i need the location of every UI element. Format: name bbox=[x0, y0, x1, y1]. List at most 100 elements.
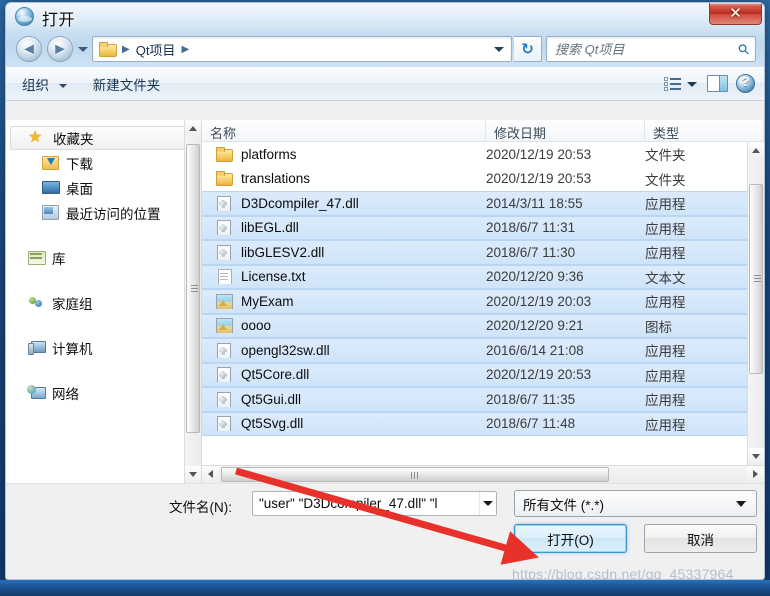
folder-icon bbox=[99, 42, 117, 57]
close-button[interactable]: ✕ bbox=[709, 3, 762, 25]
search-box[interactable]: ⚲ bbox=[546, 36, 756, 62]
dll-icon bbox=[216, 391, 232, 407]
file-name-text: libEGL.dll bbox=[241, 220, 299, 236]
file-type-cell: 文件夹 bbox=[645, 172, 686, 188]
scroll-up-icon[interactable] bbox=[185, 120, 201, 137]
dll-icon bbox=[216, 244, 232, 260]
vertical-scroll-thumb[interactable] bbox=[749, 184, 763, 374]
toolbar-right-group bbox=[663, 74, 764, 93]
filename-field[interactable] bbox=[252, 491, 497, 516]
sidebar-scrollbar[interactable] bbox=[184, 120, 201, 483]
list-view-icon[interactable] bbox=[663, 75, 683, 93]
table-row[interactable]: Qt5Core.dll 2020/12/19 20:53 应用程 bbox=[202, 362, 747, 387]
table-row[interactable]: platforms 2020/12/19 20:53 文件夹 bbox=[202, 142, 747, 167]
breadcrumb-item-qt[interactable]: Qt项目 bbox=[136, 40, 176, 59]
search-input[interactable] bbox=[555, 41, 733, 57]
scroll-left-icon[interactable] bbox=[202, 466, 219, 483]
organize-button[interactable]: 组织 bbox=[12, 69, 77, 99]
sidebar-item-downloads[interactable]: 下载 bbox=[6, 150, 201, 175]
file-date-cell: 2018/6/7 11:30 bbox=[486, 244, 576, 260]
table-row[interactable]: opengl32sw.dll 2016/6/14 21:08 应用程 bbox=[202, 338, 747, 363]
file-name-cell: opengl32sw.dll bbox=[202, 342, 486, 358]
open-button[interactable]: 打开(O) bbox=[514, 524, 627, 553]
title-bar: 打开 ✕ bbox=[6, 3, 764, 31]
column-header-date[interactable]: 修改日期 bbox=[486, 120, 645, 141]
table-row[interactable]: libEGL.dll 2018/6/7 11:31 应用程 bbox=[202, 215, 747, 240]
library-icon bbox=[28, 250, 46, 265]
file-name-cell: translations bbox=[202, 171, 486, 187]
window-title: 打开 bbox=[42, 12, 76, 29]
file-list-vertical-scrollbar[interactable] bbox=[747, 142, 764, 465]
file-type-cell: 文件夹 bbox=[645, 148, 686, 164]
table-row[interactable]: oooo 2020/12/20 9:21 图标 bbox=[202, 313, 747, 338]
file-name-text: oooo bbox=[241, 318, 272, 334]
view-options-dropdown-icon[interactable] bbox=[685, 75, 699, 93]
file-date-cell: 2018/6/7 11:35 bbox=[486, 391, 576, 407]
sidebar-item-favorites[interactable]: 收藏夹 bbox=[10, 126, 195, 150]
sidebar-item-desktop[interactable]: 桌面 bbox=[6, 175, 201, 200]
filename-label: 文件名(N): bbox=[169, 500, 232, 515]
file-date-cell: 2020/12/19 20:53 bbox=[486, 171, 592, 187]
refresh-button[interactable]: ↻ bbox=[514, 36, 542, 62]
address-bar[interactable]: ▶ Qt项目 ▶ bbox=[92, 36, 512, 62]
file-name-text: D3Dcompiler_47.dll bbox=[241, 195, 359, 211]
file-name-cell: Qt5Core.dll bbox=[202, 367, 486, 383]
new-folder-button[interactable]: 新建文件夹 bbox=[83, 69, 171, 99]
dll-icon bbox=[216, 220, 232, 236]
table-row[interactable]: D3Dcompiler_47.dll 2014/3/11 18:55 应用程 bbox=[202, 191, 747, 216]
filename-input[interactable] bbox=[259, 496, 477, 511]
back-button[interactable]: ◄ bbox=[16, 36, 42, 62]
table-row[interactable]: translations 2020/12/19 20:53 文件夹 bbox=[202, 167, 747, 192]
scroll-up-icon[interactable] bbox=[748, 142, 764, 159]
table-row[interactable]: MyExam 2020/12/19 20:03 应用程 bbox=[202, 289, 747, 314]
column-header-name[interactable]: 名称 bbox=[202, 120, 486, 141]
open-file-dialog: 打开 ✕ ◄ ► ▶ Qt项目 ▶ ↻ 搜索 Qt项目 ⚲ 组织 新建文件夹 ?… bbox=[5, 2, 765, 580]
scroll-down-icon[interactable] bbox=[185, 466, 201, 483]
help-icon[interactable] bbox=[736, 74, 755, 93]
toolbar: 组织 新建文件夹 bbox=[6, 67, 764, 101]
cancel-button[interactable]: 取消 bbox=[644, 524, 757, 553]
chevron-down-icon bbox=[58, 83, 67, 88]
image-icon bbox=[216, 293, 233, 309]
close-icon: ✕ bbox=[729, 5, 742, 22]
sidebar-scroll-thumb[interactable] bbox=[186, 144, 200, 433]
preview-pane-icon[interactable] bbox=[707, 75, 728, 92]
sidebar-item-label: 家庭组 bbox=[52, 296, 93, 312]
recent-places-icon bbox=[42, 205, 59, 220]
sidebar-item-label: 库 bbox=[52, 251, 66, 267]
sidebar-divider-3 bbox=[6, 315, 201, 335]
dll-icon bbox=[216, 195, 232, 211]
file-name-cell: D3Dcompiler_47.dll bbox=[202, 195, 486, 211]
column-header-type[interactable]: 类型 bbox=[645, 120, 764, 141]
dialog-footer: 文件名(N): 所有文件 (*.*) 打开(O) 取消 bbox=[6, 483, 764, 579]
scroll-right-icon[interactable] bbox=[747, 466, 764, 483]
file-date-cell: 2016/6/14 21:08 bbox=[486, 342, 584, 358]
scroll-down-icon[interactable] bbox=[748, 448, 764, 465]
sidebar-item-libraries[interactable]: 库 bbox=[6, 245, 201, 270]
table-row[interactable]: Qt5Gui.dll 2018/6/7 11:35 应用程 bbox=[202, 387, 747, 412]
file-type-filter-select[interactable]: 所有文件 (*.*) bbox=[514, 490, 757, 517]
sidebar-divider-4 bbox=[6, 360, 201, 380]
file-type-filter-value: 所有文件 (*.*) bbox=[523, 497, 604, 513]
forward-button[interactable]: ► bbox=[47, 36, 73, 62]
recent-locations-dropdown[interactable] bbox=[77, 44, 88, 55]
sidebar-item-network[interactable]: 网络 bbox=[6, 380, 201, 405]
file-name-cell: MyExam bbox=[202, 293, 486, 309]
table-row[interactable]: Qt5Svg.dll 2018/6/7 11:48 应用程 bbox=[202, 411, 747, 436]
file-rows-container: platforms 2020/12/19 20:53 文件夹 translations… bbox=[202, 142, 747, 465]
horizontal-scroll-thumb[interactable] bbox=[221, 467, 609, 482]
table-row[interactable]: libGLESV2.dll 2018/6/7 11:30 应用程 bbox=[202, 240, 747, 265]
sidebar-item-homegroup[interactable]: 家庭组 bbox=[6, 290, 201, 315]
dll-icon bbox=[216, 342, 232, 358]
file-type-cell: 应用程 bbox=[645, 221, 686, 237]
file-name-cell: Qt5Gui.dll bbox=[202, 391, 486, 407]
table-row[interactable]: License.txt 2020/12/20 9:36 文本文 bbox=[202, 264, 747, 289]
sidebar-item-label: 下载 bbox=[66, 156, 93, 172]
sidebar-item-computer[interactable]: 计算机 bbox=[6, 335, 201, 360]
sidebar-item-recent-places[interactable]: 最近访问的位置 bbox=[6, 200, 201, 225]
chevron-down-icon[interactable] bbox=[494, 46, 504, 52]
file-list-horizontal-scrollbar[interactable] bbox=[202, 465, 764, 483]
chevron-down-icon[interactable] bbox=[479, 492, 496, 515]
breadcrumb-separator-2: ▶ bbox=[181, 43, 190, 55]
file-name-cell: platforms bbox=[202, 146, 486, 162]
